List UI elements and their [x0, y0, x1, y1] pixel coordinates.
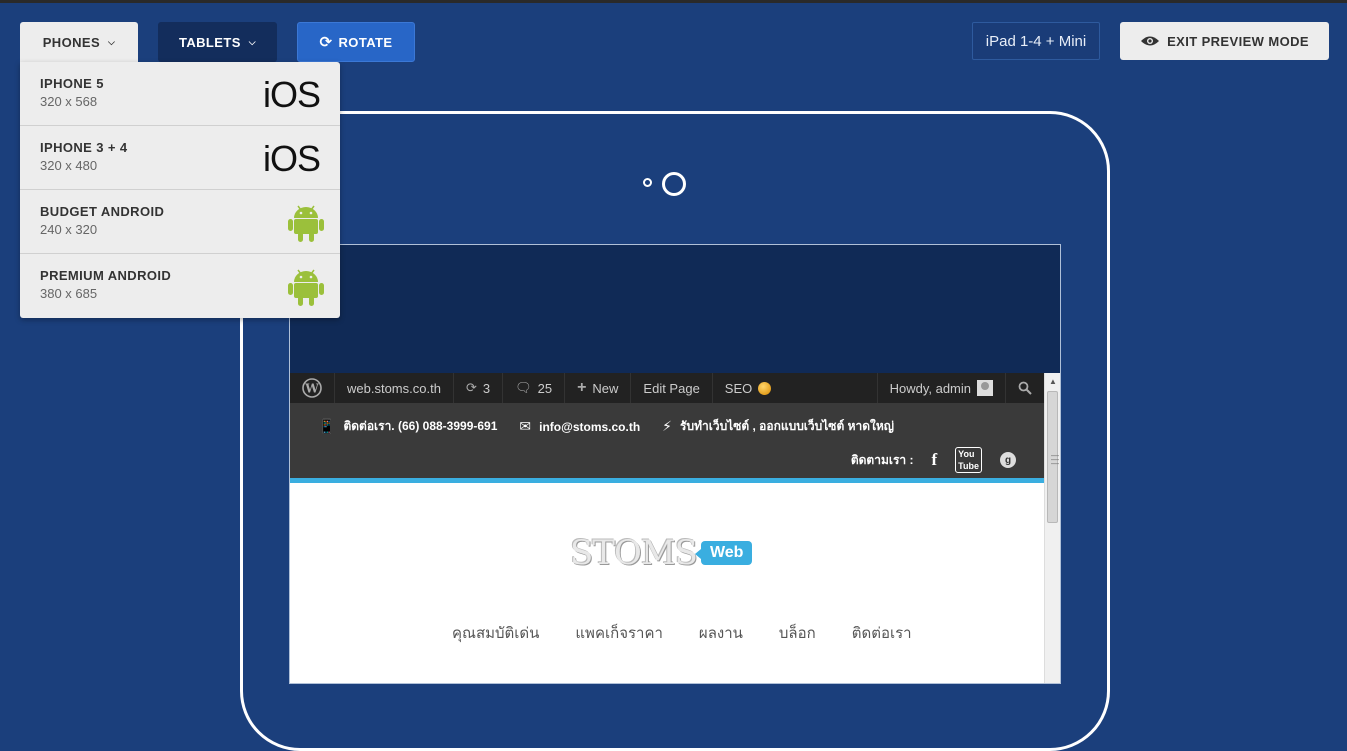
menu-item-size: 240 x 320: [40, 222, 98, 237]
nav-item-blog[interactable]: บล็อก: [779, 621, 816, 645]
search-icon: [1018, 381, 1032, 395]
menu-item-budget-android[interactable]: BUDGET ANDROID 240 x 320: [20, 190, 340, 254]
new-label: New: [592, 380, 619, 396]
camera-icon: [662, 172, 686, 196]
scroll-up-arrow-icon[interactable]: ▲: [1045, 373, 1060, 389]
camera-sensor-icon: [643, 178, 652, 187]
phones-dropdown-menu: IPHONE 5 320 x 568 iOS IPHONE 3 + 4 320 …: [20, 62, 340, 318]
wp-site-link[interactable]: web.stoms.co.th: [335, 373, 454, 403]
chevron-down-icon: ⌵: [248, 36, 256, 47]
google-plus-icon[interactable]: g: [1000, 452, 1016, 468]
site-nav: คุณสมบัติเด่น แพคเก็จราคา ผลงาน บล็อก ติ…: [452, 621, 912, 645]
seo-status-icon: [758, 381, 772, 395]
follow-label: ติดตามเรา :: [850, 452, 914, 467]
phone-contact: 📱 ติดต่อเรา. (66) 088-3999-691: [318, 417, 497, 436]
site-body: STOMS Web คุณสมบัติเด่น แพคเก็จราคา ผลงา…: [290, 483, 1044, 683]
howdy-label: Howdy, admin: [889, 380, 971, 396]
wp-new[interactable]: + New: [565, 373, 632, 403]
menu-item-iphone-3-4[interactable]: IPHONE 3 + 4 320 x 480 iOS: [20, 126, 340, 190]
ios-icon: iOS: [262, 74, 321, 115]
email-contact[interactable]: ✉ info@stoms.co.th: [519, 418, 640, 435]
android-icon: [288, 269, 324, 306]
wp-howdy[interactable]: Howdy, admin: [876, 373, 1006, 403]
menu-item-iphone-5[interactable]: IPHONE 5 320 x 568 iOS: [20, 62, 340, 126]
wp-admin-bar: W web.stoms.co.th ⟳ 3 🗨 25 + New Edit Pa…: [290, 373, 1044, 403]
wordpress-icon: W: [302, 378, 322, 398]
youtube-icon[interactable]: You Tube: [955, 447, 982, 473]
wp-updates[interactable]: ⟳ 3: [454, 373, 504, 403]
android-icon: [288, 205, 324, 242]
site-logo[interactable]: STOMS Web: [570, 533, 753, 573]
ios-icon: iOS: [262, 138, 321, 179]
tagline-text: รับทำเว็บไซต์ , ออกแบบเว็บไซต์ หาดใหญ่: [680, 419, 895, 433]
grip-icon: — — —: [1051, 451, 1059, 468]
wp-seo[interactable]: SEO: [713, 373, 783, 403]
mail-icon: ✉: [519, 418, 532, 434]
email-text: info@stoms.co.th: [539, 419, 641, 434]
eye-icon: [1141, 36, 1160, 46]
wp-search[interactable]: [1006, 373, 1044, 403]
nav-item-portfolio[interactable]: ผลงาน: [699, 621, 743, 645]
avatar: [977, 380, 993, 396]
exit-preview-button[interactable]: EXIT PREVIEW MODE: [1120, 22, 1329, 60]
rotate-button[interactable]: ⟳ ROTATE: [297, 22, 415, 62]
tablet-screen: W web.stoms.co.th ⟳ 3 🗨 25 + New Edit Pa…: [289, 244, 1061, 684]
rotate-label: ROTATE: [338, 34, 393, 50]
scrollbar[interactable]: ▲ — — —: [1044, 373, 1060, 683]
svg-text:W: W: [304, 382, 319, 396]
tablets-label: TABLETS: [178, 34, 241, 50]
nav-item-features[interactable]: คุณสมบัติเด่น: [452, 621, 539, 645]
tablets-button[interactable]: TABLETS ⌵: [158, 22, 277, 62]
comments-count: 25: [537, 380, 553, 396]
phones-button[interactable]: PHONES ⌵: [20, 22, 138, 62]
updates-count: 3: [482, 380, 491, 396]
comment-icon: 🗨: [515, 380, 532, 395]
logo-text: STOMS: [570, 533, 698, 573]
seo-label: SEO: [724, 380, 753, 396]
site-header-bar: 📱 ติดต่อเรา. (66) 088-3999-691 ✉ info@st…: [290, 403, 1044, 483]
phone-icon: 📱: [318, 418, 336, 434]
tagline: ⚡ รับทำเว็บไซต์ , ออกแบบเว็บไซต์ หาดใหญ่: [662, 417, 894, 436]
menu-item-premium-android[interactable]: PREMIUM ANDROID 380 x 685: [20, 254, 340, 318]
wordpress-logo-button[interactable]: W: [290, 373, 335, 403]
menu-item-name: PREMIUM ANDROID: [40, 268, 172, 283]
facebook-icon[interactable]: f: [931, 450, 937, 470]
rotate-icon: ⟳: [319, 34, 333, 51]
nav-item-contact[interactable]: ติดต่อเรา: [852, 621, 912, 645]
plus-icon: +: [577, 379, 587, 396]
phone-text: ติดต่อเรา. (66) 088-3999-691: [343, 419, 498, 433]
scroll-thumb[interactable]: — — —: [1047, 391, 1059, 523]
phones-label: PHONES: [42, 34, 101, 50]
lightning-icon: ⚡: [662, 418, 673, 434]
chevron-down-icon: ⌵: [108, 36, 116, 47]
updates-icon: ⟳: [465, 380, 477, 395]
wp-comments[interactable]: 🗨 25: [503, 373, 566, 403]
current-device-label: iPad 1-4 + Mini: [972, 22, 1100, 60]
wp-edit-page[interactable]: Edit Page: [631, 373, 713, 403]
menu-item-name: BUDGET ANDROID: [40, 204, 165, 219]
logo-badge: Web: [694, 541, 753, 565]
nav-item-pricing[interactable]: แพคเก็จราคา: [575, 621, 663, 645]
menu-item-size: 380 x 685: [40, 286, 98, 301]
exit-label: EXIT PREVIEW MODE: [1167, 33, 1309, 49]
